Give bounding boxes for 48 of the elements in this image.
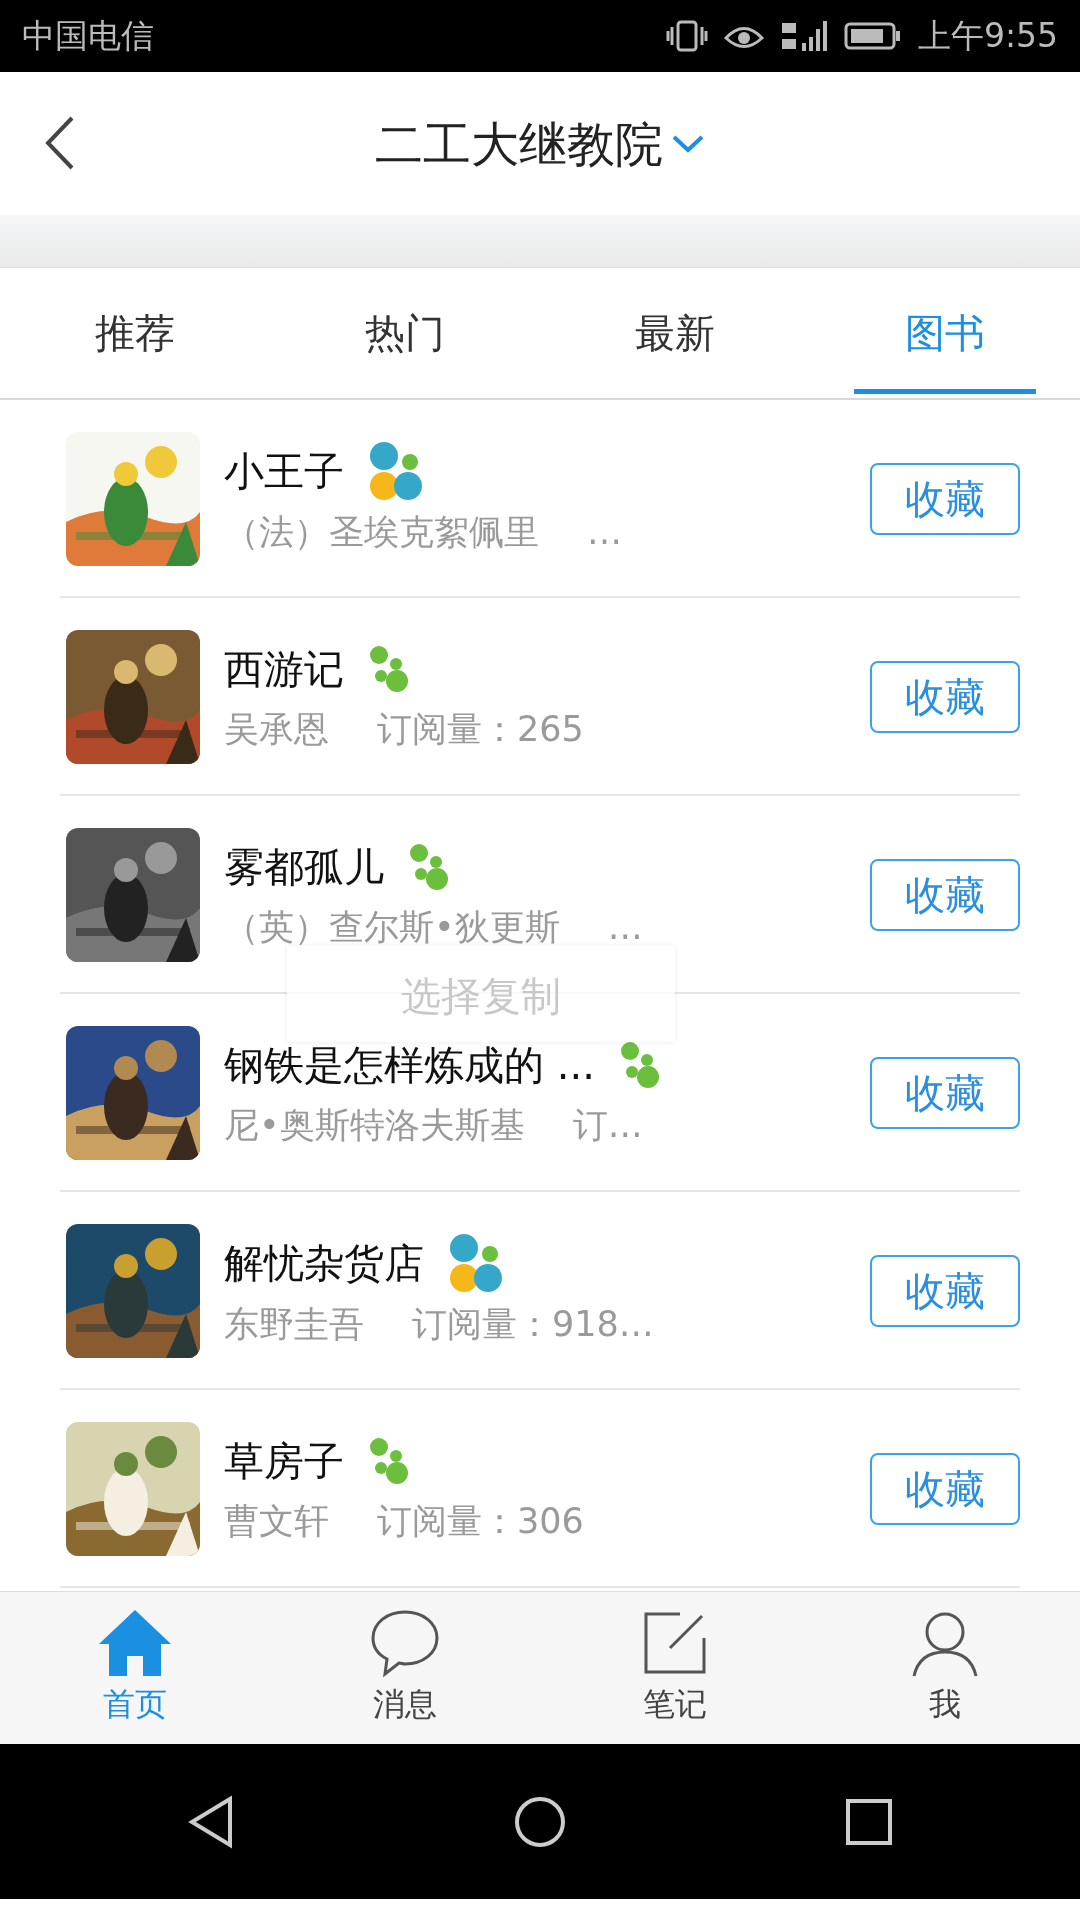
clover-icon — [368, 1435, 410, 1486]
favorite-button[interactable]: 收藏 — [870, 661, 1020, 733]
vibrate-icon — [665, 19, 708, 53]
recents-icon[interactable] — [843, 1796, 894, 1847]
clover-icon — [368, 439, 424, 502]
book-author: （法）圣埃克絮佩里 — [224, 510, 539, 554]
nav-tab[interactable]: 我 — [810, 1592, 1080, 1744]
book-title: 小王子 — [224, 446, 344, 496]
clover-icon — [448, 1231, 504, 1294]
tab[interactable]: 推荐 — [0, 268, 270, 398]
book-title: 解忧杂货店 — [224, 1238, 424, 1288]
tab[interactable]: 最新 — [540, 268, 810, 398]
book-author: 东野圭吾 — [224, 1302, 364, 1346]
favorite-button[interactable]: 收藏 — [870, 1453, 1020, 1525]
favorite-button[interactable]: 收藏 — [870, 1057, 1020, 1129]
battery-icon — [843, 21, 902, 51]
carrier-name: 中国电信 — [22, 15, 154, 58]
nav-tab[interactable]: 笔记 — [540, 1592, 810, 1744]
nav-tab[interactable]: 首页 — [0, 1592, 270, 1744]
favorite-button[interactable]: 收藏 — [870, 859, 1020, 931]
home-icon — [97, 1608, 173, 1678]
book-meta: … — [607, 905, 643, 949]
home-circle-icon[interactable] — [513, 1794, 567, 1849]
status-time: 上午9:55 — [917, 15, 1058, 58]
tab[interactable]: 图书 — [810, 268, 1080, 398]
favorite-button[interactable]: 收藏 — [870, 1255, 1020, 1327]
tab[interactable]: 热门 — [270, 268, 540, 398]
favorite-button[interactable]: 收藏 — [870, 463, 1020, 535]
book-title: 钢铁是怎样炼成的 ... — [224, 1040, 595, 1090]
book-meta: 订阅量：918… — [412, 1302, 654, 1346]
signal-icon — [779, 19, 828, 53]
book-meta: 订阅量：306 — [377, 1499, 584, 1543]
book-meta: 订阅量：265 — [377, 707, 584, 751]
clover-icon — [368, 643, 410, 694]
book-author: 尼•奥斯特洛夫斯基 — [224, 1103, 525, 1147]
book-author: 吴承恩 — [224, 707, 329, 751]
book-title: 雾都孤儿 — [224, 842, 384, 892]
chat-icon — [369, 1608, 441, 1678]
book-author: 曹文轩 — [224, 1499, 329, 1543]
clover-icon — [618, 1039, 661, 1090]
book-author: （英）查尔斯•狄更斯 — [224, 905, 560, 949]
book-meta: … — [587, 510, 622, 554]
nav-tab[interactable]: 消息 — [270, 1592, 540, 1744]
clover-icon — [408, 841, 450, 892]
book-title: 草房子 — [224, 1436, 344, 1486]
book-meta: 订… — [572, 1103, 643, 1147]
page-title: 二工大继教院 — [375, 114, 663, 174]
book-title: 西游记 — [224, 644, 344, 694]
